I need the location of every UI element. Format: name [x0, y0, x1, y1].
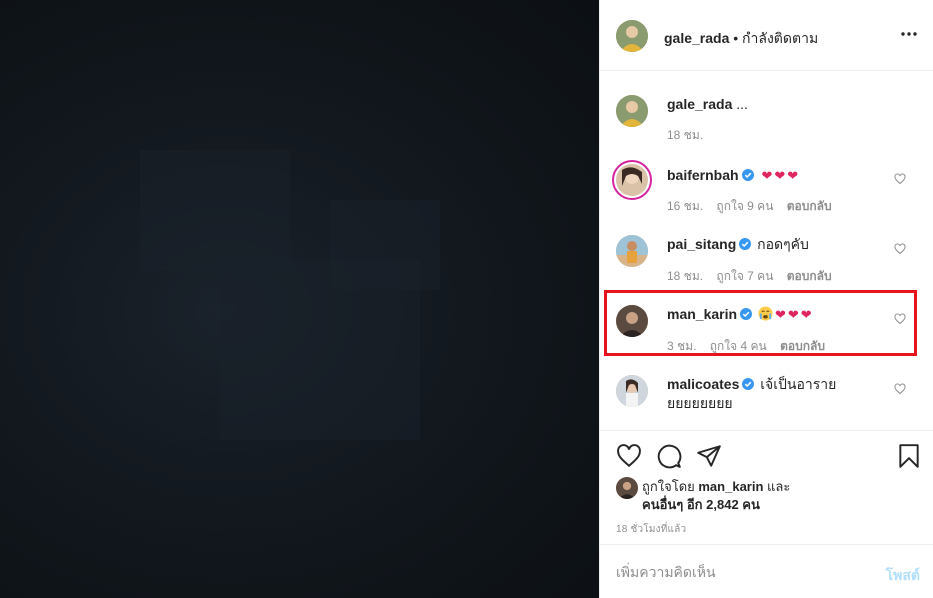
comment-input[interactable]: [616, 561, 866, 583]
post-header: gale_rada • กำลังติดตาม: [600, 0, 933, 71]
media-shadow: [140, 150, 290, 270]
comment-username[interactable]: malicoates: [667, 376, 739, 392]
comment-meta: 18 ชม. ถูกใจ 7 คน ตอบกลับ: [667, 267, 842, 286]
comment-time[interactable]: 16 ชม.: [667, 199, 703, 213]
comment-username[interactable]: baifernbah: [667, 167, 739, 183]
comment-avatar[interactable]: [616, 375, 648, 407]
comment-icon[interactable]: [656, 443, 682, 469]
comment-username[interactable]: pai_sitang: [667, 236, 736, 252]
comment-meta: 16 ชม. ถูกใจ 9 คน ตอบกลับ: [667, 197, 842, 216]
heart-icon[interactable]: [616, 443, 642, 469]
comment-body: เจ้เป็นอาราย: [760, 376, 837, 392]
comment-text: malicoates เจ้เป็นอาราย ยยยยยยยย: [667, 375, 836, 413]
comment-username[interactable]: man_karin: [667, 306, 737, 322]
comment-likes[interactable]: ถูกใจ 7 คน: [716, 269, 773, 283]
caption-avatar[interactable]: [616, 95, 648, 127]
caption-time[interactable]: 18 ชม.: [667, 128, 703, 142]
author-avatar[interactable]: [616, 20, 648, 52]
post-actions: ถูกใจโดย man_karin และ คนอื่นๆ อีก 2,842…: [600, 430, 933, 544]
comment-time[interactable]: 3 ชม.: [667, 339, 696, 353]
liked-by-conj: และ: [767, 479, 791, 494]
share-icon[interactable]: [696, 443, 722, 469]
media-shadow: [330, 200, 440, 290]
add-comment-bar: โพสต์: [600, 544, 933, 598]
comment-time[interactable]: 18 ชม.: [667, 269, 703, 283]
comment-body-line2: ยยยยยยยย: [667, 395, 733, 411]
heart-emoji-icon: ❤: [774, 168, 786, 183]
follow-status[interactable]: • กำลังติดตาม: [733, 30, 818, 46]
heart-emoji-icon: ❤: [787, 307, 799, 322]
post-media[interactable]: [0, 0, 599, 598]
comment-body: กอดๆคับ: [757, 236, 809, 252]
liked-by-others[interactable]: คนอื่นๆ อีก 2,842 คน: [642, 497, 760, 512]
comment-text: pai_sitang กอดๆคับ: [667, 235, 809, 254]
heart-icon[interactable]: [894, 243, 906, 255]
comment-avatar[interactable]: [616, 305, 648, 337]
heart-icon[interactable]: [894, 173, 906, 185]
heart-emoji-icon: ❤: [787, 168, 799, 183]
verified-badge-icon: [740, 308, 753, 320]
caption-username[interactable]: gale_rada: [667, 96, 732, 112]
heart-emoji-icon: ❤: [761, 168, 773, 183]
more-icon[interactable]: [900, 30, 918, 38]
post-side-panel: gale_rada • กำลังติดตาม gale_rada ... 18…: [599, 0, 933, 598]
liker-avatar[interactable]: [616, 477, 638, 499]
heart-icon[interactable]: [894, 383, 906, 395]
author-username[interactable]: gale_rada: [664, 30, 729, 46]
heart-emoji-icon: ❤: [774, 307, 786, 322]
comment-text: man_karin ❤ ❤ ❤: [667, 305, 812, 326]
caption-body: ...: [736, 96, 748, 112]
heart-icon[interactable]: [894, 313, 906, 325]
post-timestamp[interactable]: 18 ชั่วโมงที่แล้ว: [616, 522, 686, 537]
reply-button[interactable]: ตอบกลับ: [787, 199, 832, 213]
comment-likes[interactable]: ถูกใจ 4 คน: [710, 339, 767, 353]
comment-text: baifernbah ❤ ❤ ❤: [667, 166, 798, 185]
comments-list[interactable]: gale_rada ... 18 ชม. baifernbah ❤ ❤ ❤ 16 ช…: [600, 72, 933, 430]
heart-emoji-icon: ❤: [800, 307, 812, 322]
comment-avatar[interactable]: [616, 235, 648, 267]
verified-badge-icon: [742, 378, 755, 390]
verified-badge-icon: [739, 238, 752, 250]
caption-text: gale_rada ...: [667, 95, 748, 114]
caption-meta: 18 ชม.: [667, 126, 713, 145]
liker-username[interactable]: man_karin: [698, 479, 763, 494]
liked-by-prefix: ถูกใจโดย: [642, 479, 695, 494]
comment-avatar[interactable]: [612, 160, 652, 200]
bookmark-icon[interactable]: [896, 443, 922, 469]
reply-button[interactable]: ตอบกลับ: [787, 269, 832, 283]
reply-button[interactable]: ตอบกลับ: [780, 339, 825, 353]
post-comment-button[interactable]: โพสต์: [886, 565, 920, 587]
comment-likes[interactable]: ถูกใจ 9 คน: [716, 199, 773, 213]
verified-badge-icon: [741, 169, 754, 181]
header-text: gale_rada • กำลังติดตาม: [664, 28, 818, 50]
comment-meta: 3 ชม. ถูกใจ 4 คน ตอบกลับ: [667, 337, 835, 356]
crying-face-icon: [758, 306, 773, 326]
liked-by-text: ถูกใจโดย man_karin และ คนอื่นๆ อีก 2,842…: [642, 478, 842, 514]
